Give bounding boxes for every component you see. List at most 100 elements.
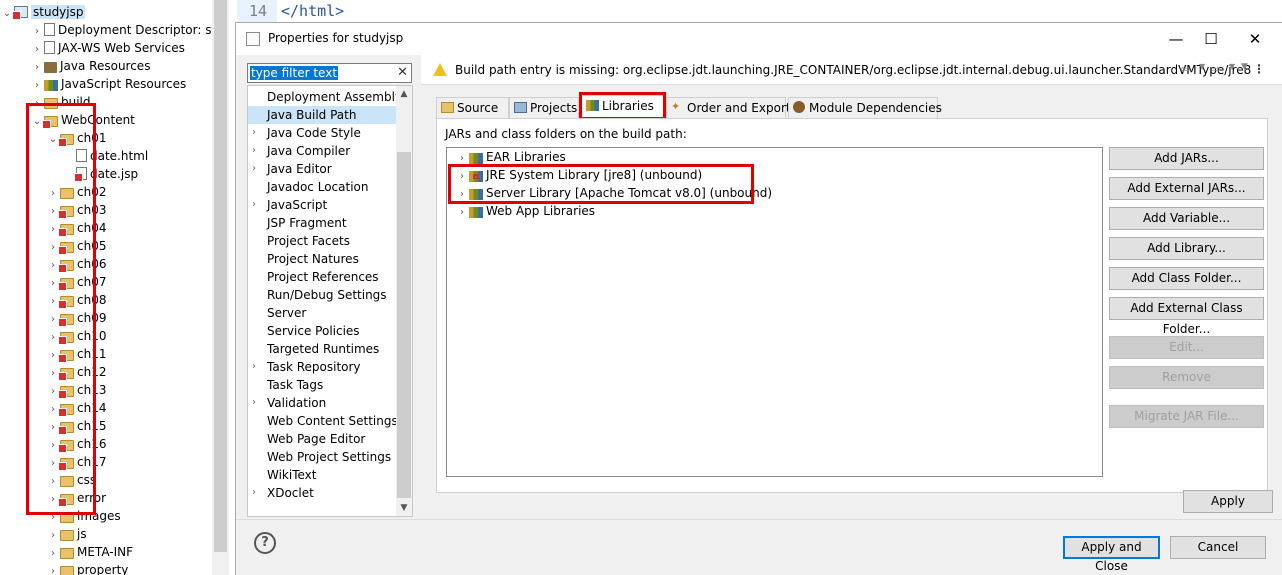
minimize-button[interactable]: — (1156, 27, 1196, 51)
tree-item[interactable]: › META-INF (0, 543, 212, 561)
tree-item[interactable]: › Java Resources (0, 57, 212, 75)
nav-item-label: Validation (267, 396, 327, 410)
dialog-footer: ? Apply and Close Cancel (236, 519, 1282, 575)
nav-item-label: Run/Debug Settings (267, 288, 387, 302)
nav-scroll-thumb[interactable] (397, 152, 411, 498)
nav-item-label: WikiText (267, 468, 317, 482)
nav-item[interactable]: Targeted Runtimes (248, 340, 398, 358)
chevron-right-icon[interactable]: › (46, 563, 60, 575)
nav-item[interactable]: Task Tags (248, 376, 398, 394)
chevron-right-icon[interactable]: › (252, 394, 256, 412)
back-dropdown-icon[interactable]: ▼ (1199, 62, 1205, 71)
project-error-icon (12, 6, 28, 20)
migrate-jar-button[interactable]: Migrate JAR File... (1109, 405, 1264, 428)
nav-item[interactable]: Web Page Editor (248, 430, 398, 448)
nav-item[interactable]: › Java Compiler (248, 142, 398, 160)
code-line[interactable]: </html> (281, 0, 344, 22)
tab-projects[interactable]: Projects (509, 97, 579, 118)
add-variable-button[interactable]: Add Variable... (1109, 207, 1264, 230)
nav-item-label: Server (267, 306, 307, 320)
chevron-right-icon[interactable]: › (252, 196, 256, 214)
tree-item-label: property (77, 563, 129, 575)
nav-item-label: Web Page Editor (267, 432, 366, 446)
nav-item[interactable]: Javadoc Location (248, 178, 398, 196)
nav-item[interactable]: Web Project Settings (248, 448, 398, 466)
add-external-jars-button[interactable]: Add External JARs... (1109, 177, 1264, 200)
tab-source[interactable]: Source (436, 97, 509, 118)
libraries-tab-highlight (579, 92, 666, 120)
tree-item[interactable]: › js (0, 525, 212, 543)
back-arrow-icon[interactable]: ⇦ (1180, 62, 1190, 76)
add-class-folder-button[interactable]: Add Class Folder... (1109, 267, 1264, 290)
filter-selected-text: type filter text (250, 66, 339, 80)
maximize-button[interactable]: ☐ (1191, 27, 1231, 51)
chevron-right-icon[interactable]: › (455, 204, 469, 222)
nav-item[interactable]: Web Content Settings (248, 412, 398, 430)
nav-item[interactable]: › JavaScript (248, 196, 398, 214)
filter-field[interactable]: type filter text ✕ (247, 63, 412, 83)
project-root[interactable]: ⌄ studyjsp (0, 3, 212, 21)
chevron-right-icon[interactable]: › (252, 484, 256, 502)
nav-item[interactable]: Run/Debug Settings (248, 286, 398, 304)
clear-icon[interactable]: ✕ (397, 64, 408, 82)
nav-item[interactable]: Project Natures (248, 250, 398, 268)
package-icon (44, 62, 57, 73)
nav-item[interactable]: › Java Code Style (248, 124, 398, 142)
nav-item[interactable]: JSP Fragment (248, 214, 398, 232)
nav-item[interactable]: › Task Repository (248, 358, 398, 376)
nav-item[interactable]: Deployment Assembly (248, 88, 402, 106)
add-library-button[interactable]: Add Library... (1109, 237, 1264, 260)
add-external-class-folder-button[interactable]: Add External Class Folder... (1109, 297, 1264, 336)
projects-icon (514, 102, 527, 113)
library-row[interactable]: › Web App Libraries (447, 202, 595, 220)
nav-item[interactable]: Service Policies (248, 322, 398, 340)
nav-item-label: Task Tags (267, 378, 324, 392)
tree-item[interactable]: › JavaScript Resources (0, 75, 212, 93)
tree-item[interactable]: › Deployment Descriptor: stu (0, 21, 224, 39)
tree-item-label: date.html (90, 149, 149, 163)
nav-item[interactable]: Server (248, 304, 398, 322)
dialog-title: Properties for studyjsp (268, 31, 404, 45)
apply-and-close-button[interactable]: Apply and Close (1063, 536, 1160, 573)
tab-order-export[interactable]: ✦ Order and Export (666, 97, 791, 118)
explorer-scrollbar[interactable] (212, 0, 229, 575)
properties-nav: Deployment Assembly Java Build Path › Java … (247, 85, 413, 517)
project-label: studyjsp (31, 5, 86, 19)
nav-scrollbar[interactable]: ▲ ▼ (396, 86, 412, 516)
forward-dropdown-icon[interactable]: ▼ (1229, 62, 1235, 71)
close-button[interactable]: ✕ (1235, 27, 1275, 51)
scroll-down-icon[interactable]: ▼ (396, 500, 412, 516)
nav-item[interactable]: › Java Editor (248, 160, 398, 178)
tree-item-label: JavaScript Resources (61, 77, 187, 91)
tree-item[interactable]: › JAX-WS Web Services (0, 39, 212, 57)
help-icon[interactable]: ? (254, 532, 276, 554)
more-icon[interactable]: ⋮ (1253, 62, 1265, 76)
chevron-right-icon[interactable]: › (252, 358, 256, 376)
chevron-right-icon[interactable]: › (252, 160, 256, 178)
tree-item[interactable]: › property (0, 561, 212, 575)
tab-module-dependencies[interactable]: Module Dependencies (788, 97, 942, 118)
scroll-up-icon[interactable]: ▲ (396, 86, 412, 102)
add-jars-button[interactable]: Add JARs... (1109, 147, 1264, 170)
nav-item-label: Targeted Runtimes (267, 342, 380, 356)
nav-item[interactable]: Project Facets (248, 232, 398, 250)
edit-button[interactable]: Edit... (1109, 336, 1264, 359)
nav-item[interactable]: › Validation (248, 394, 398, 412)
nav-item[interactable]: WikiText (248, 466, 398, 484)
nav-item-label: Deployment Assembly (267, 90, 403, 104)
library-icon (44, 80, 58, 91)
descriptor-icon (44, 23, 55, 36)
nav-item[interactable]: Project References (248, 268, 398, 286)
properties-dialog: Properties for studyjsp — ☐ ✕ type filte… (235, 22, 1282, 575)
tree-item-label: META-INF (77, 545, 134, 559)
apply-button[interactable]: Apply (1183, 490, 1273, 513)
nav-item[interactable]: › XDoclet (248, 484, 398, 502)
cancel-button[interactable]: Cancel (1170, 536, 1266, 559)
tree-item-label: JAX-WS Web Services (58, 41, 185, 55)
chevron-right-icon[interactable]: › (252, 124, 256, 142)
forward-arrow-icon[interactable]: ⇨ (1211, 62, 1221, 76)
nav-item[interactable]: Java Build Path (248, 106, 398, 124)
remove-button[interactable]: Remove (1109, 366, 1264, 389)
chevron-right-icon[interactable]: › (252, 142, 256, 160)
view-menu-icon[interactable]: ▼ (1241, 62, 1248, 72)
